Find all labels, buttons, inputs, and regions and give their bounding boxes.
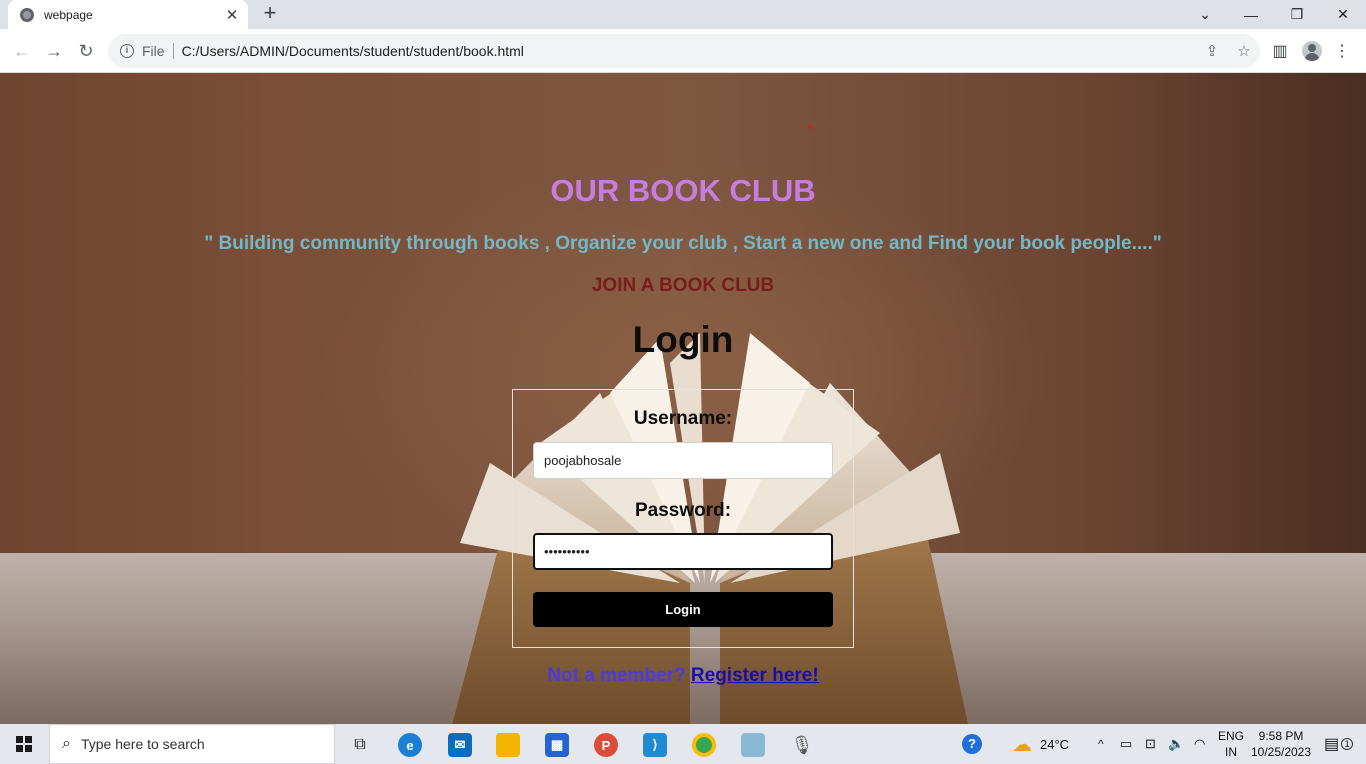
edge-icon[interactable]: e (390, 730, 430, 760)
register-link[interactable]: Register here! (691, 665, 819, 686)
lang-code: ENG (1218, 729, 1245, 743)
meet-icon[interactable]: ⊡ (1145, 724, 1156, 764)
forward-arrow-icon[interactable]: → (40, 37, 68, 65)
file-explorer-icon[interactable] (488, 730, 528, 760)
windows-logo-icon (16, 736, 32, 752)
language-indicator[interactable]: ENG IN (1218, 724, 1244, 764)
login-form: Username: poojabhosale Password: •••••••… (512, 389, 854, 648)
bookmark-star-icon[interactable]: ☆ (1228, 42, 1260, 60)
restore-icon[interactable]: ❐ (1274, 0, 1320, 29)
browser-tab[interactable]: webpage ✕ (8, 0, 248, 29)
page-viewport: OUR BOOK CLUB " Building community throu… (0, 73, 1366, 724)
mail-icon[interactable]: ✉ (440, 730, 480, 760)
start-button[interactable] (0, 724, 48, 764)
site-headline: OUR BOOK CLUB (550, 173, 816, 208)
tab-strip: webpage ✕ + ⌄ — ❐ ✕ (0, 0, 1366, 29)
address-scheme: File (142, 43, 165, 59)
vscode-icon[interactable]: ⟩ (635, 730, 675, 760)
clock-time: 9:58 PM (1258, 729, 1304, 743)
address-divider (172, 43, 174, 59)
task-view-icon[interactable]: ⧉ (340, 730, 380, 760)
voice-recorder-icon[interactable]: 🎙 (782, 730, 822, 760)
close-window-icon[interactable]: ✕ (1320, 0, 1366, 29)
volume-icon[interactable]: 🔈 (1168, 724, 1184, 764)
close-tab-icon[interactable]: ✕ (224, 6, 240, 24)
address-bar[interactable]: i File C:/Users/ADMIN/Documents/student/… (108, 34, 1260, 68)
windows-taskbar: ⌕ Type here to search ⧉ e ✉ ▦ P ⟩ 🎙 ? ☁ … (0, 724, 1366, 764)
notification-badge: 1 (1341, 738, 1354, 750)
avatar (1302, 41, 1322, 61)
chrome-profile-icon[interactable]: P (586, 730, 626, 760)
login-heading: Login (632, 319, 734, 360)
battery-icon[interactable]: ▭ (1120, 724, 1132, 764)
join-heading: JOIN A BOOK CLUB (591, 275, 775, 296)
password-field[interactable]: •••••••••• (533, 533, 833, 570)
chrome-icon[interactable] (684, 730, 724, 760)
store-icon[interactable]: ▦ (537, 730, 577, 760)
new-tab-button[interactable]: + (258, 2, 282, 26)
profile-icon[interactable] (1298, 37, 1326, 65)
username-label: Username: (633, 408, 733, 429)
clock-date: 10/25/2023 (1250, 745, 1312, 759)
tab-search-icon[interactable]: ⌄ (1182, 0, 1228, 29)
clock[interactable]: 9:58 PM 10/25/2023 (1250, 724, 1312, 764)
globe-icon (20, 7, 34, 22)
login-button[interactable]: Login (533, 592, 833, 627)
password-label: Password: (634, 500, 732, 521)
username-field[interactable]: poojabhosale (533, 442, 833, 479)
notifications-icon[interactable]: ▤ 1 (1324, 724, 1354, 764)
lang-region: IN (1225, 745, 1237, 759)
search-icon: ⌕ (62, 735, 71, 752)
show-hidden-icons-icon[interactable]: ^ (1098, 724, 1104, 764)
browser-toolbar: ← → ↻ i File C:/Users/ADMIN/Documents/st… (0, 29, 1366, 73)
tab-title: webpage (44, 7, 93, 22)
search-placeholder: Type here to search (80, 736, 205, 752)
tagline-text: " Building community through books , Org… (204, 233, 1162, 254)
wifi-icon[interactable]: ◠ (1194, 724, 1205, 764)
site-info-icon[interactable]: i (120, 44, 134, 58)
menu-kebab-icon[interactable]: ⋮ (1328, 37, 1356, 65)
not-member-text: Not a member? (547, 665, 686, 686)
red-dot-mark (808, 125, 812, 129)
side-panel-icon[interactable]: ▥ (1266, 37, 1294, 65)
url-text[interactable]: C:/Users/ADMIN/Documents/student/student… (182, 43, 1196, 59)
notepad-icon[interactable] (733, 730, 773, 760)
back-arrow-icon[interactable]: ← (8, 37, 36, 65)
weather-widget[interactable]: ☁ 24°C (1012, 724, 1069, 764)
weather-temp: 24°C (1040, 736, 1070, 752)
help-icon[interactable]: ? (962, 724, 982, 764)
register-prompt: Not a member? Register here! (0, 665, 1366, 687)
minimize-icon[interactable]: — (1228, 0, 1274, 29)
weather-cloud-icon: ☁ (1012, 733, 1032, 756)
reload-icon[interactable]: ↻ (72, 37, 100, 65)
taskbar-search-box[interactable]: ⌕ Type here to search (49, 724, 335, 764)
share-icon[interactable]: ⇪ (1196, 42, 1228, 60)
